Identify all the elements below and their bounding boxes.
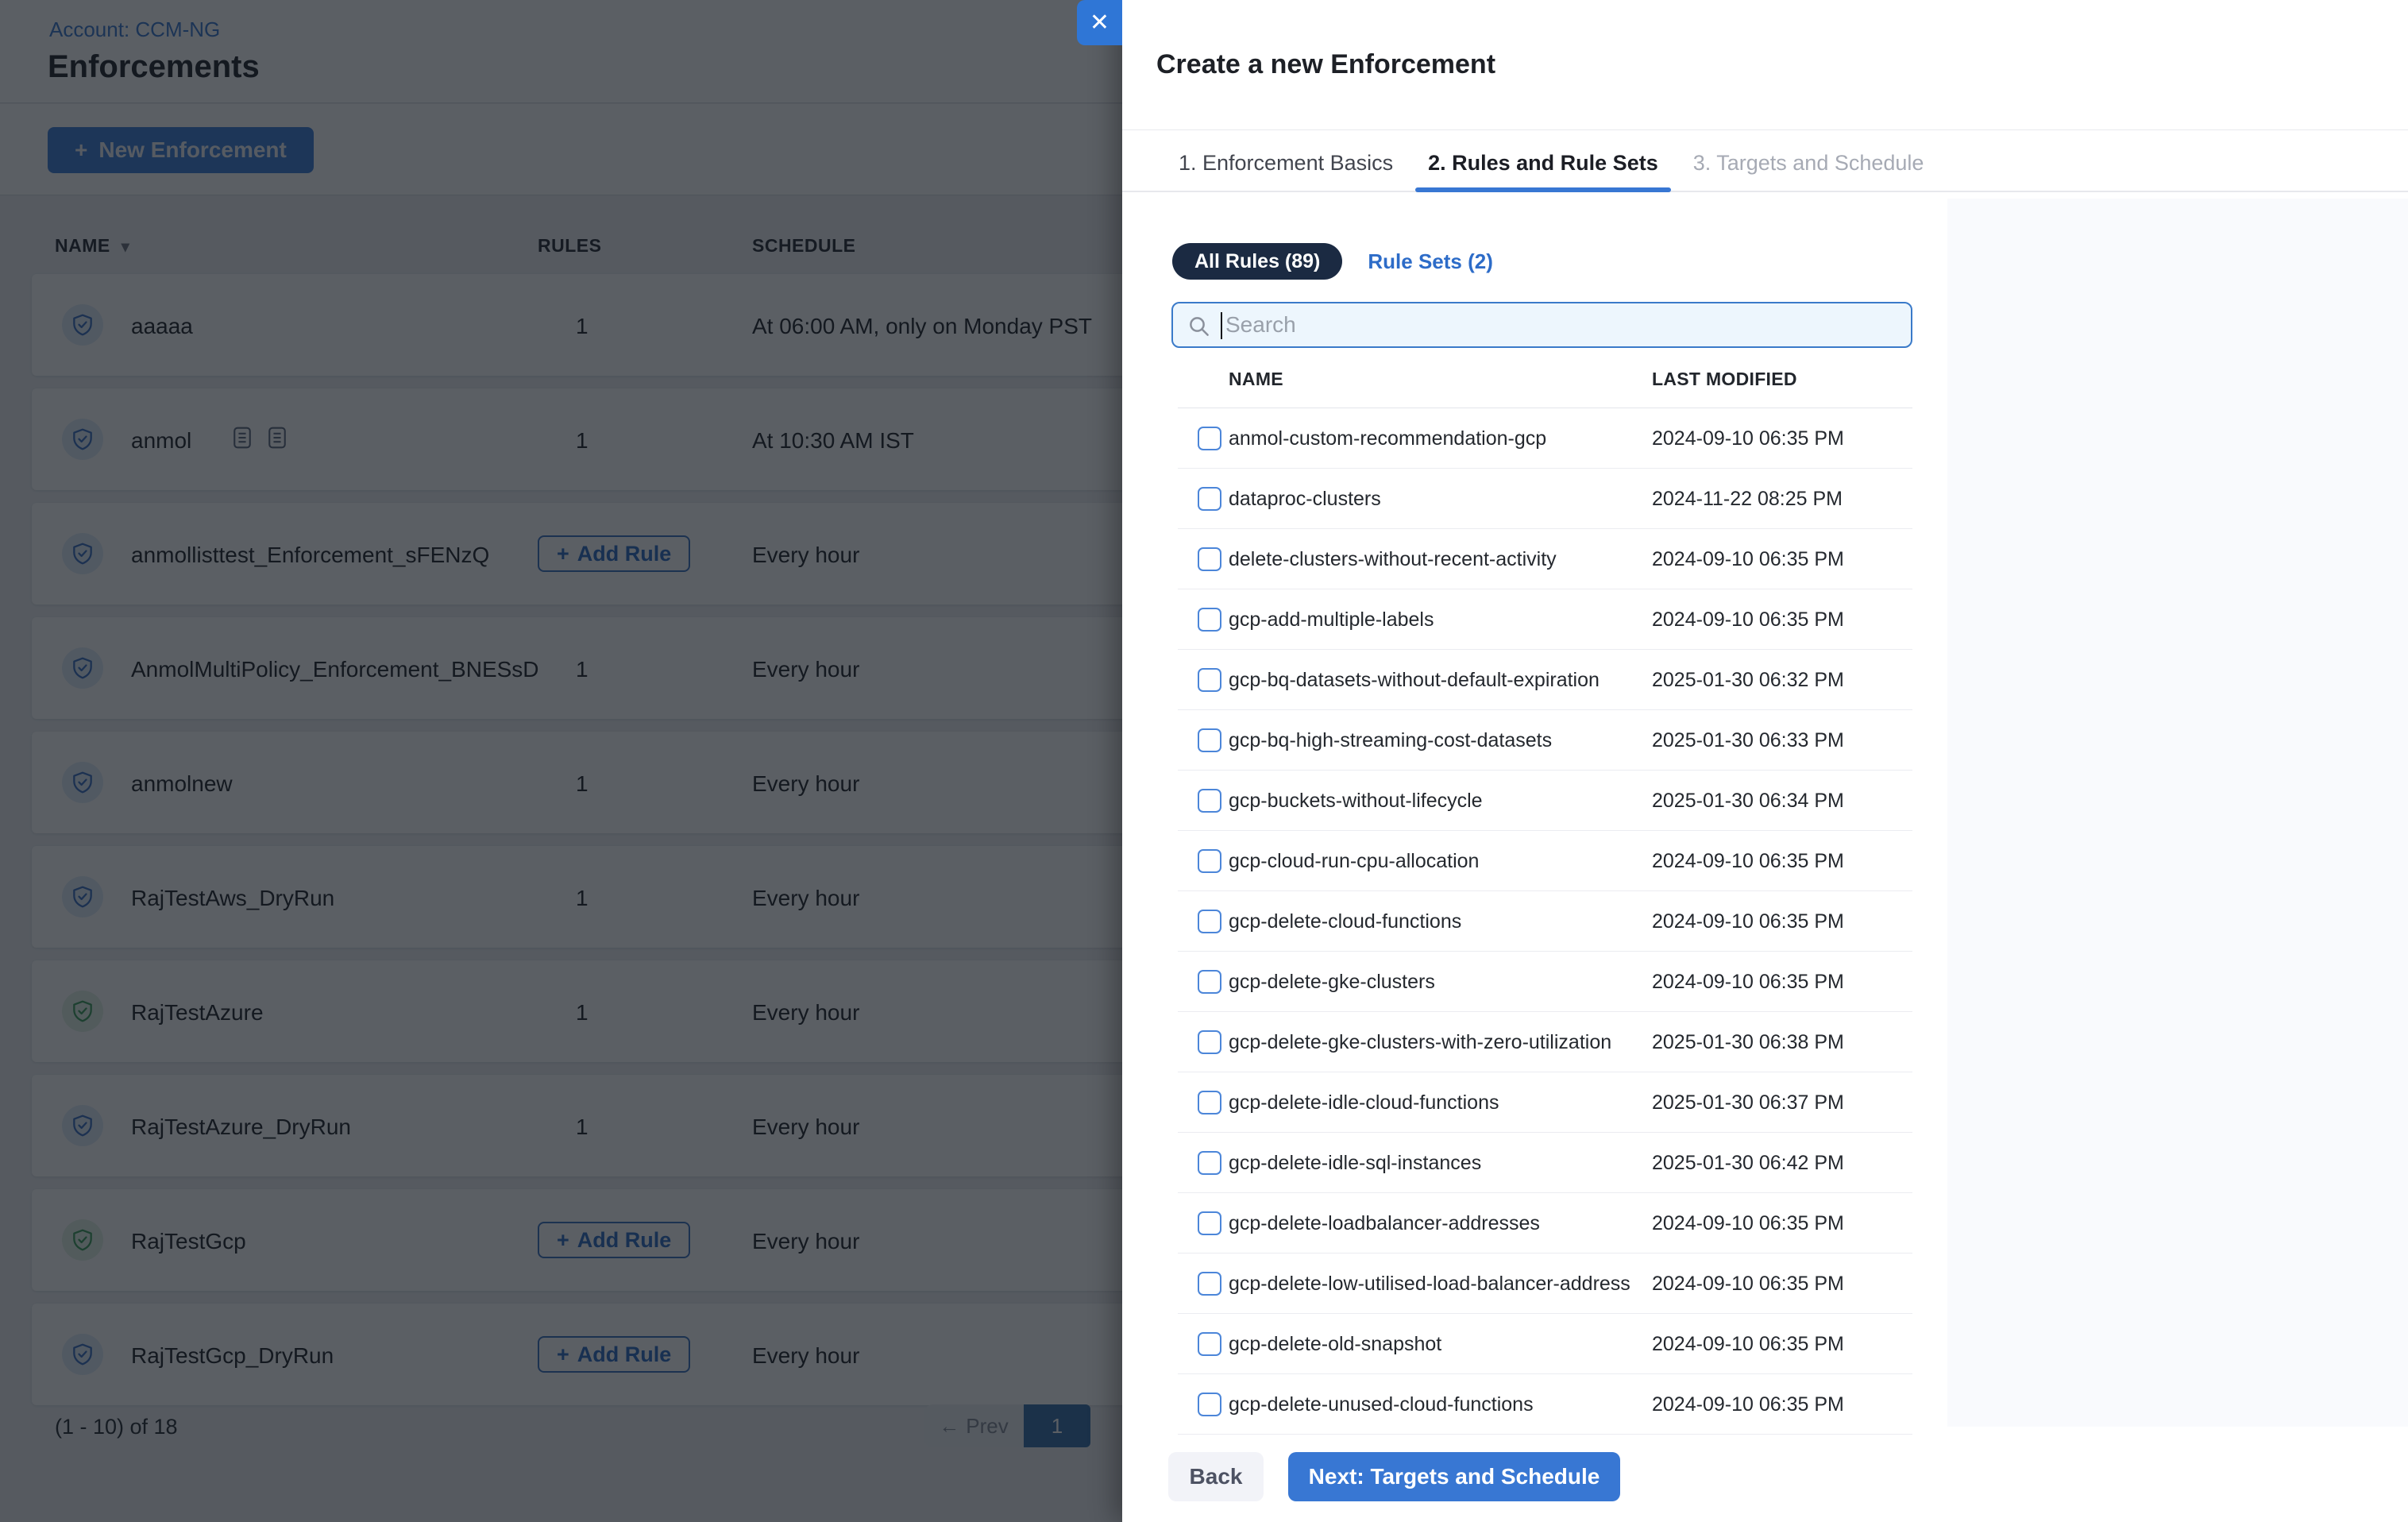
rule-row[interactable]: gcp-cloud-run-cpu-allocation 2024-09-10 … <box>1178 831 1912 891</box>
rules-filter-toggle: All Rules (89) Rule Sets (2) <box>1172 243 1493 280</box>
rule-checkbox[interactable] <box>1198 1091 1221 1114</box>
rule-row[interactable]: gcp-delete-gke-clusters-with-zero-utiliz… <box>1178 1012 1912 1072</box>
rule-name: gcp-delete-loadbalancer-addresses <box>1229 1212 1540 1235</box>
rule-row[interactable]: anmol-custom-recommendation-gcp 2024-09-… <box>1178 408 1912 469</box>
tab-rules-and-rule-sets[interactable]: 2. Rules and Rule Sets <box>1415 135 1671 191</box>
rule-checkbox[interactable] <box>1198 910 1221 933</box>
rule-last-modified: 2025-01-30 06:42 PM <box>1652 1152 1844 1175</box>
rule-row[interactable]: gcp-delete-old-snapshot 2024-09-10 06:35… <box>1178 1314 1912 1374</box>
rules-table: NAME LAST MODIFIED anmol-custom-recommen… <box>1178 350 1912 1435</box>
rule-checkbox[interactable] <box>1198 547 1221 571</box>
rule-name: anmol-custom-recommendation-gcp <box>1229 427 1546 450</box>
rule-name: gcp-cloud-run-cpu-allocation <box>1229 850 1479 873</box>
rule-row[interactable]: gcp-delete-idle-cloud-functions 2025-01-… <box>1178 1072 1912 1133</box>
rule-checkbox[interactable] <box>1198 1030 1221 1054</box>
column-header-name: NAME <box>1229 369 1283 390</box>
rule-name: gcp-delete-idle-cloud-functions <box>1229 1091 1499 1114</box>
rule-row[interactable]: gcp-delete-idle-sql-instances 2025-01-30… <box>1178 1133 1912 1193</box>
rules-table-body: anmol-custom-recommendation-gcp 2024-09-… <box>1178 408 1912 1435</box>
drawer-title: Create a new Enforcement <box>1156 49 1495 80</box>
wizard-steps: 1. Enforcement Basics 2. Rules and Rule … <box>1166 135 1946 191</box>
rule-checkbox[interactable] <box>1198 608 1221 632</box>
rule-last-modified: 2025-01-30 06:32 PM <box>1652 669 1844 692</box>
rule-checkbox[interactable] <box>1198 427 1221 450</box>
rule-last-modified: 2024-09-10 06:35 PM <box>1652 850 1844 873</box>
search-icon <box>1187 315 1211 342</box>
rule-row[interactable]: gcp-bq-datasets-without-default-expirati… <box>1178 650 1912 710</box>
rule-name: gcp-delete-low-utilised-load-balancer-ad… <box>1229 1273 1630 1296</box>
rule-last-modified: 2024-09-10 06:35 PM <box>1652 1273 1844 1296</box>
rules-table-header: NAME LAST MODIFIED <box>1178 350 1912 408</box>
rule-row[interactable]: gcp-delete-low-utilised-load-balancer-ad… <box>1178 1254 1912 1314</box>
rule-name: gcp-delete-idle-sql-instances <box>1229 1152 1481 1175</box>
rule-checkbox[interactable] <box>1198 1151 1221 1175</box>
rule-row[interactable]: gcp-add-multiple-labels 2024-09-10 06:35… <box>1178 589 1912 650</box>
rule-last-modified: 2024-11-22 08:25 PM <box>1652 488 1843 511</box>
rule-name: gcp-delete-gke-clusters-with-zero-utiliz… <box>1229 1031 1611 1054</box>
tab-enforcement-basics[interactable]: 1. Enforcement Basics <box>1166 135 1406 191</box>
back-button[interactable]: Back <box>1168 1452 1264 1501</box>
column-header-last-modified: LAST MODIFIED <box>1652 369 1797 390</box>
rule-name: gcp-delete-cloud-functions <box>1229 910 1461 933</box>
rule-last-modified: 2025-01-30 06:37 PM <box>1652 1091 1844 1114</box>
rules-search <box>1171 302 1912 348</box>
rule-name: gcp-bq-high-streaming-cost-datasets <box>1229 729 1552 752</box>
rule-row[interactable]: gcp-delete-gke-clusters 2024-09-10 06:35… <box>1178 952 1912 1012</box>
rule-checkbox[interactable] <box>1198 487 1221 511</box>
rule-last-modified: 2024-09-10 06:35 PM <box>1652 1333 1844 1356</box>
rule-last-modified: 2024-09-10 06:35 PM <box>1652 910 1844 933</box>
rule-name: gcp-delete-unused-cloud-functions <box>1229 1393 1534 1416</box>
drawer-header-divider <box>1122 129 2408 130</box>
rule-name: gcp-delete-old-snapshot <box>1229 1333 1441 1356</box>
create-enforcement-drawer: ✕ Create a new Enforcement 1. Enforcemen… <box>1122 0 2408 1522</box>
tab-targets-and-schedule[interactable]: 3. Targets and Schedule <box>1681 135 1937 191</box>
rule-row[interactable]: gcp-bq-high-streaming-cost-datasets 2025… <box>1178 710 1912 771</box>
rule-checkbox[interactable] <box>1198 1393 1221 1416</box>
rule-row[interactable]: gcp-delete-unused-cloud-functions 2024-0… <box>1178 1374 1912 1435</box>
rule-checkbox[interactable] <box>1198 849 1221 873</box>
rule-row[interactable]: gcp-buckets-without-lifecycle 2025-01-30… <box>1178 771 1912 831</box>
rule-name: gcp-bq-datasets-without-default-expirati… <box>1229 669 1600 692</box>
rule-last-modified: 2025-01-30 06:33 PM <box>1652 729 1844 752</box>
rule-name: gcp-buckets-without-lifecycle <box>1229 790 1483 813</box>
rule-name: gcp-delete-gke-clusters <box>1229 971 1435 994</box>
rule-last-modified: 2025-01-30 06:38 PM <box>1652 1031 1844 1054</box>
rule-name: dataproc-clusters <box>1229 488 1381 511</box>
rule-checkbox[interactable] <box>1198 1211 1221 1235</box>
rule-last-modified: 2024-09-10 06:35 PM <box>1652 608 1844 632</box>
rule-last-modified: 2025-01-30 06:34 PM <box>1652 790 1844 813</box>
rule-row[interactable]: gcp-delete-cloud-functions 2024-09-10 06… <box>1178 891 1912 952</box>
rule-name: delete-clusters-without-recent-activity <box>1229 548 1557 571</box>
rule-row[interactable]: gcp-delete-loadbalancer-addresses 2024-0… <box>1178 1193 1912 1254</box>
rule-row[interactable]: dataproc-clusters 2024-11-22 08:25 PM <box>1178 469 1912 529</box>
tabs-baseline <box>1122 191 2408 192</box>
rule-checkbox[interactable] <box>1198 728 1221 752</box>
close-icon[interactable]: ✕ <box>1077 0 1122 45</box>
rule-last-modified: 2024-09-10 06:35 PM <box>1652 971 1844 994</box>
rule-last-modified: 2024-09-10 06:35 PM <box>1652 1393 1844 1416</box>
text-cursor <box>1221 312 1222 339</box>
rule-name: gcp-add-multiple-labels <box>1229 608 1434 632</box>
rule-last-modified: 2024-09-10 06:35 PM <box>1652 548 1844 571</box>
all-rules-pill[interactable]: All Rules (89) <box>1172 243 1342 280</box>
screen: Account: CCM-NG Enforcements + New Enfor… <box>0 0 2408 1522</box>
rule-checkbox[interactable] <box>1198 668 1221 692</box>
rule-checkbox[interactable] <box>1198 970 1221 994</box>
rule-checkbox[interactable] <box>1198 1272 1221 1296</box>
rule-last-modified: 2024-09-10 06:35 PM <box>1652 427 1844 450</box>
rule-checkbox[interactable] <box>1198 789 1221 813</box>
rule-sets-link[interactable]: Rule Sets (2) <box>1368 249 1493 274</box>
rule-last-modified: 2024-09-10 06:35 PM <box>1652 1212 1844 1235</box>
preview-panel <box>1947 199 2408 1427</box>
next-targets-schedule-button[interactable]: Next: Targets and Schedule <box>1288 1452 1620 1501</box>
search-input[interactable] <box>1225 303 1893 346</box>
rule-checkbox[interactable] <box>1198 1332 1221 1356</box>
rule-row[interactable]: delete-clusters-without-recent-activity … <box>1178 529 1912 589</box>
